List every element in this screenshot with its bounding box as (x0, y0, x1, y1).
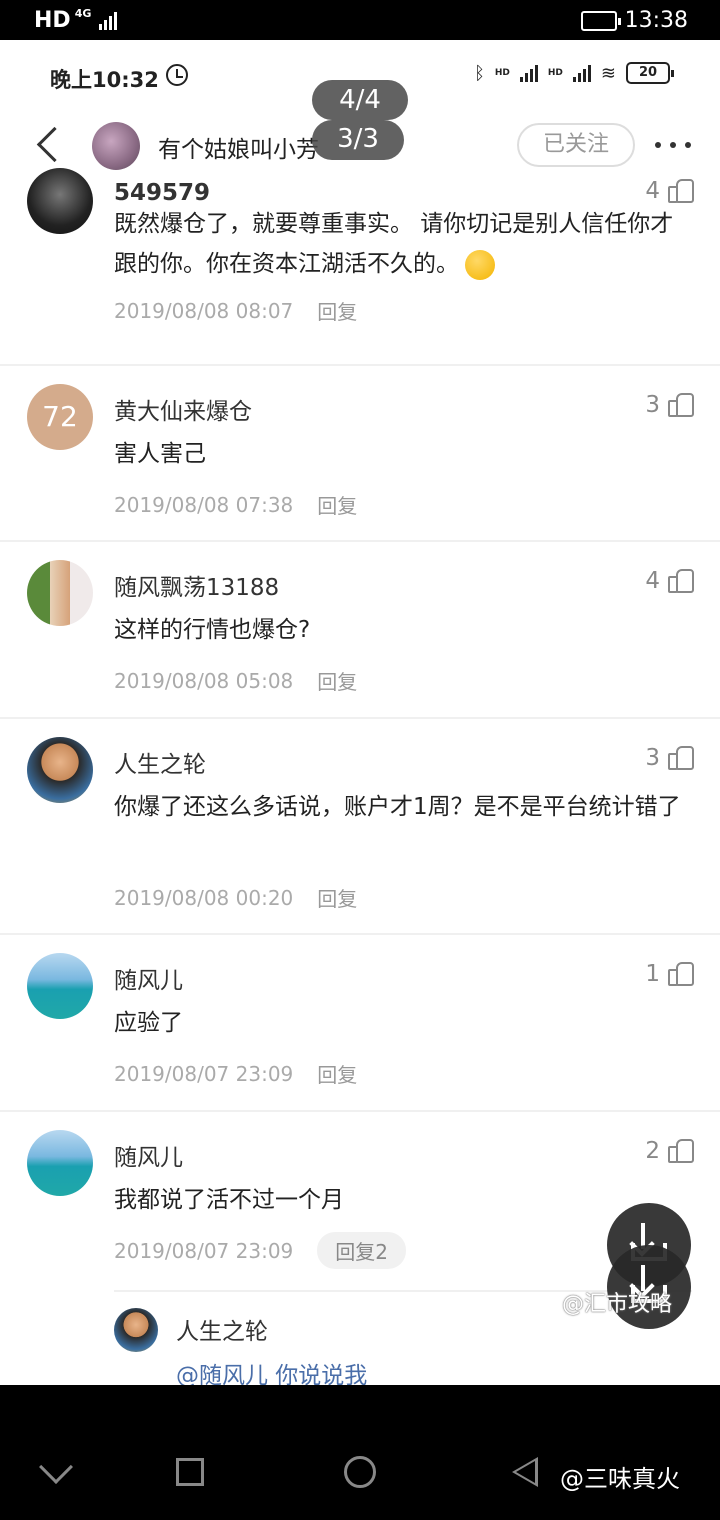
comment-item: 随风飘荡13188 4 这样的行情也爆仓? 2019/08/08 05:08 回复 (0, 542, 720, 719)
signal-icon-2 (572, 64, 591, 82)
comment-time: 2019/08/08 05:08 (114, 668, 294, 693)
person-photo-avatar[interactable] (27, 737, 93, 803)
home-icon[interactable] (344, 1456, 376, 1488)
view-replies-button[interactable]: 回复2 (317, 1232, 407, 1269)
chevron-down-icon[interactable] (39, 1450, 73, 1484)
comment-meta: 2019/08/08 00:20 回复 (114, 883, 357, 912)
comment-text: 应验了 (114, 1010, 183, 1036)
dark-illustration-avatar[interactable] (27, 168, 93, 234)
author-name[interactable]: 有个姑娘叫小芳 (158, 130, 319, 164)
network-type: 4G (74, 7, 92, 20)
comment-meta: 2019/08/08 07:38 回复 (114, 490, 357, 519)
alarm-icon (166, 64, 188, 86)
person-photo-avatar[interactable] (114, 1308, 158, 1352)
grinning-emoji-icon (465, 249, 495, 280)
comment-item: 72 黄大仙来爆仓 3 害人害己 2019/08/08 07:38 回复 (0, 366, 720, 542)
bottle-photo-avatar[interactable] (27, 560, 93, 626)
thumbs-up-icon (668, 962, 694, 986)
comment-item: 549579 4 既然爆仓了，就要尊重事实。 请你切记是别人信任你才跟的你。你在… (0, 168, 720, 366)
thumbs-up-icon (668, 179, 694, 203)
author-avatar[interactable] (92, 122, 140, 170)
comment-meta: 2019/08/07 23:09 回复2 (114, 1232, 407, 1269)
watermark: @汇市攻略 (562, 1292, 673, 1317)
more-icon[interactable] (655, 142, 691, 148)
reply-button[interactable]: 回复 (317, 296, 357, 325)
signal-icon (99, 8, 118, 30)
watermark: @三味真火 (560, 1465, 680, 1493)
battery-icon (580, 10, 621, 31)
hd-label-2: HD (547, 67, 563, 78)
back-icon[interactable] (30, 124, 70, 164)
system-nav-bar: @三味真火 (0, 1385, 720, 1520)
like-button[interactable]: 4 (645, 568, 694, 594)
system-time: 13:38 (624, 8, 688, 33)
like-button[interactable]: 3 (645, 392, 694, 418)
like-button[interactable]: 3 (645, 745, 694, 771)
reply-button[interactable]: 回复 (317, 1059, 357, 1088)
battery-level: 20 (626, 62, 674, 84)
network-label: HD (34, 8, 71, 33)
like-button[interactable]: 2 (645, 1138, 694, 1164)
thumbs-up-icon (668, 746, 694, 770)
signal-icon (519, 64, 538, 82)
comment-time: 2019/08/07 23:09 (114, 1238, 294, 1263)
comment-time: 2019/08/08 00:20 (114, 885, 294, 910)
page-indicator-secondary: 3/3 (312, 120, 404, 160)
comment-item: 人生之轮 3 你爆了还这么多话说，账户才1周？是不是平台统计错了 2019/08… (0, 719, 720, 935)
comment-author[interactable]: 随风儿 (114, 961, 183, 995)
follow-button[interactable]: 已关注 (517, 123, 635, 167)
wifi-icon: ≋ (600, 62, 616, 84)
reply-button[interactable]: 回复 (317, 883, 357, 912)
time-battery-group: 13:38 (580, 8, 688, 33)
comment-author[interactable]: 随风儿 (114, 1138, 183, 1172)
phone-time: 晚上10:32 (50, 68, 159, 92)
page-indicator: 4/4 (312, 80, 408, 120)
thumbs-up-icon (668, 1139, 694, 1163)
comment-time: 2019/08/07 23:09 (114, 1061, 294, 1086)
comment-text: 这样的行情也爆仓? (114, 617, 311, 643)
comment-text-content: 既然爆仓了，就要尊重事实。 请你切记是别人信任你才跟的你。你在资本江湖活不久的。 (114, 211, 674, 277)
comment-text: 我都说了活不过一个月 (114, 1187, 344, 1213)
back-triangle-icon[interactable] (512, 1457, 538, 1487)
comment-author[interactable]: 黄大仙来爆仓 (114, 392, 252, 426)
reply-button[interactable]: 回复 (317, 666, 357, 695)
comment-time: 2019/08/08 08:07 (114, 298, 294, 323)
comment-meta: 2019/08/08 05:08 回复 (114, 666, 357, 695)
like-count: 4 (645, 178, 660, 204)
like-count: 1 (645, 961, 660, 987)
system-status-bar: HD 4G 13:38 (0, 0, 720, 40)
sub-reply-author[interactable]: 人生之轮 (176, 1312, 268, 1346)
like-count: 4 (645, 568, 660, 594)
network-indicator: HD 4G (34, 7, 118, 33)
comment-text: 既然爆仓了，就要尊重事实。 请你切记是别人信任你才跟的你。你在资本江湖活不久的。 (114, 204, 694, 284)
number-avatar[interactable]: 72 (27, 384, 93, 450)
like-button[interactable]: 1 (645, 961, 694, 987)
comment-text: 害人害己 (114, 441, 206, 467)
like-count: 3 (645, 745, 660, 771)
comment-text: 你爆了还这么多话说，账户才1周？是不是平台统计错了 (114, 794, 681, 820)
sea-photo-avatar[interactable] (27, 953, 93, 1019)
like-count: 3 (645, 392, 660, 418)
comment-list: 549579 4 既然爆仓了，就要尊重事实。 请你切记是别人信任你才跟的你。你在… (0, 168, 720, 1385)
thumbs-up-icon (668, 569, 694, 593)
bluetooth-icon: ᛒ (474, 62, 485, 84)
sea-photo-avatar[interactable] (27, 1130, 93, 1196)
reply-button[interactable]: 回复 (317, 490, 357, 519)
comment-author[interactable]: 549579 (114, 180, 210, 206)
comment-author[interactable]: 随风飘荡13188 (114, 568, 279, 602)
sub-reply-text: @随风儿 你说说我 (176, 1363, 368, 1385)
comment-item: 随风儿 1 应验了 2019/08/07 23:09 回复 (0, 935, 720, 1112)
like-count: 2 (645, 1138, 660, 1164)
status-icons: ᛒ HD HD ≋ 20 (474, 62, 674, 84)
comment-meta: 2019/08/08 08:07 回复 (114, 296, 357, 325)
thumbs-up-icon (668, 393, 694, 417)
comment-author[interactable]: 人生之轮 (114, 745, 206, 779)
hd-label: HD (494, 67, 510, 78)
comment-time: 2019/08/08 07:38 (114, 492, 294, 517)
like-button[interactable]: 4 (645, 178, 694, 204)
recents-icon[interactable] (176, 1458, 204, 1486)
app-screen: 晚上10:32 ᛒ HD HD ≋ 20 有个姑娘叫小芳 已关注 4/4 3/3… (0, 40, 720, 1385)
comment-meta: 2019/08/07 23:09 回复 (114, 1059, 357, 1088)
